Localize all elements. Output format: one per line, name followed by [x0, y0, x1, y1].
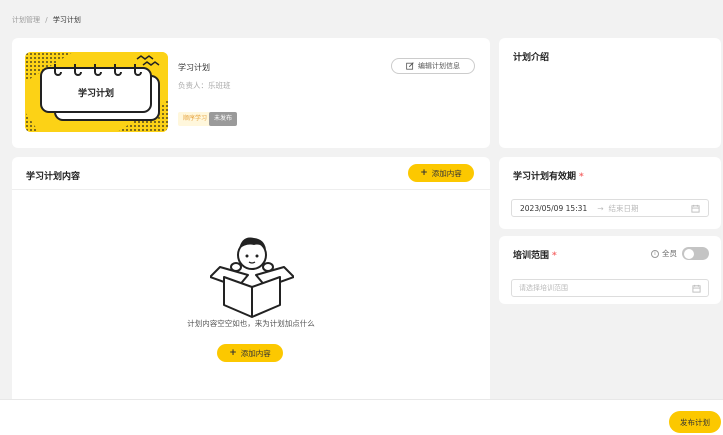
all-staff-label: 全员 — [662, 249, 677, 258]
status-badge: 未发布 — [209, 112, 238, 126]
info-icon[interactable]: i — [651, 249, 659, 258]
range-arrow: → — [597, 203, 604, 213]
plan-cover-title: 学习计划 — [77, 89, 114, 99]
plan-cover-image: 学习计划 — [25, 52, 168, 132]
training-scope-select[interactable]: 请选择培训范围 — [511, 279, 709, 297]
empty-box-illustration — [210, 237, 294, 318]
select-scope-icon[interactable] — [692, 284, 701, 293]
plan-content-card: 学习计划内容 + 添加内容 计划内容空空如也，来为计划加点什么 + 添加内容 — [12, 157, 490, 407]
breadcrumb: 计划管理 / 学习计划 — [12, 15, 81, 25]
plus-icon: + — [420, 168, 428, 178]
plan-name: 学习计划 — [178, 63, 210, 72]
add-content-button-top[interactable]: + 添加内容 — [408, 164, 474, 182]
training-scope-card: 培训范围 * i 全员 请选择培训范围 — [499, 236, 721, 304]
plan-owner-label: 负责人： — [178, 81, 208, 90]
scope-title-text: 培训范围 — [513, 251, 550, 261]
breadcrumb-current: 学习计划 — [52, 16, 81, 24]
end-date-placeholder[interactable]: 结束日期 — [609, 203, 639, 214]
order-learning-tag: 顺序学习 — [178, 112, 213, 126]
plan-intro-title: 计划介绍 — [513, 53, 550, 63]
required-mark: * — [552, 251, 557, 261]
calendar-icon[interactable] — [691, 204, 700, 213]
plan-content-title: 学习计划内容 — [26, 172, 81, 182]
scope-title: 培训范围 * — [513, 248, 557, 261]
plan-intro-card: 计划介绍 — [499, 38, 721, 148]
validity-title: 学习计划有效期 * — [513, 169, 584, 182]
all-staff-toggle[interactable] — [682, 247, 709, 260]
plan-owner: 负责人：乐班班 — [178, 80, 231, 91]
validity-date-range-picker[interactable]: 2023/05/09 15:31 → 结束日期 — [511, 199, 709, 217]
content-header-divider — [12, 189, 490, 190]
edit-icon — [406, 62, 414, 70]
breadcrumb-separator: / — [45, 16, 48, 24]
empty-content-text: 计划内容空空如也，来为计划加点什么 — [187, 319, 315, 328]
publish-plan-button[interactable]: 发布计划 — [669, 411, 721, 433]
plus-icon: + — [229, 348, 237, 358]
all-staff-toggle-group: i 全员 — [651, 247, 709, 260]
plan-owner-value: 乐班班 — [208, 81, 231, 90]
add-content-label: 添加内容 — [240, 348, 271, 358]
validity-title-text: 学习计划有效期 — [513, 172, 577, 182]
start-date-value[interactable]: 2023/05/09 15:31 — [520, 204, 587, 213]
scope-placeholder: 请选择培训范围 — [519, 284, 568, 292]
add-content-label: 添加内容 — [431, 168, 462, 178]
footer-bar — [0, 399, 723, 435]
edit-plan-info-button[interactable]: 编辑计划信息 — [391, 58, 475, 74]
breadcrumb-parent[interactable]: 计划管理 — [12, 16, 40, 24]
add-content-button-center[interactable]: + 添加内容 — [217, 344, 283, 362]
plan-validity-card: 学习计划有效期 * 2023/05/09 15:31 → 结束日期 — [499, 157, 721, 229]
plan-info-card: 学习计划 学习计划 负责人：乐班班 顺序学习 未发布 编辑计划信息 — [12, 38, 490, 148]
required-mark: * — [579, 172, 584, 182]
edit-plan-info-label: 编辑计划信息 — [418, 62, 460, 70]
